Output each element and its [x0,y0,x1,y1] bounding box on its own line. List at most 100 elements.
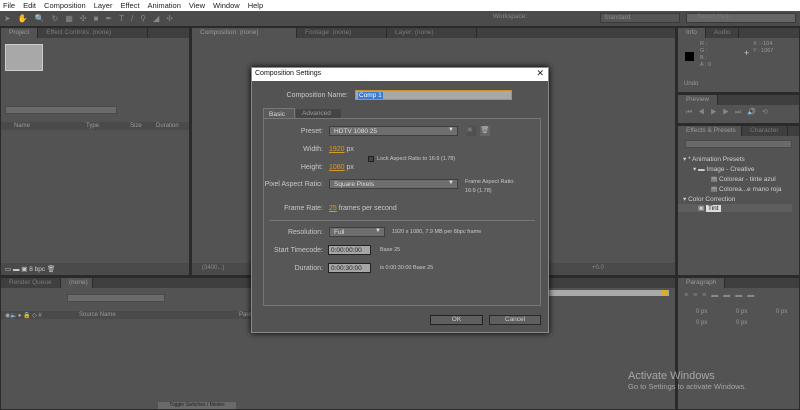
menu-view[interactable]: View [189,1,205,10]
col-type[interactable]: Type [86,123,130,129]
tab-timeline-none[interactable]: (none) [61,278,93,288]
zoom-select[interactable]: (3400...) [202,265,224,271]
tab-info[interactable]: Info [678,28,706,38]
xy-readout: X : -104 Y : 1067 [753,41,774,54]
tree-preset-1[interactable]: ▤ Colorear - tinte azul [711,175,776,183]
lock-aspect-checkbox[interactable] [368,156,374,162]
project-panel: Project Effect Controls: (none) Name Type… [0,27,190,276]
duration-input[interactable]: 0:00:30:00 [328,263,371,273]
workspace-select[interactable]: Standard [600,13,680,23]
rectangle-tool-icon[interactable]: ■ [94,14,99,23]
selection-tool-icon[interactable]: ➤ [4,14,11,23]
save-preset-icon[interactable]: ▣ [467,126,476,136]
resolution-dropdown[interactable]: Full ▼ [329,227,385,237]
menu-composition[interactable]: Composition [44,1,86,10]
hand-tool-icon[interactable]: ✋ [18,14,28,23]
menu-animation[interactable]: Animation [148,1,181,10]
toggle-switches-button[interactable]: Toggle Switches / Modes [158,402,236,409]
eraser-tool-icon[interactable]: ◢ [153,14,159,23]
preset-label: Preset: [300,128,323,135]
col-name[interactable]: Name [14,123,86,129]
help-search-input[interactable]: Search Help [686,13,796,23]
start-timecode-input[interactable]: 0:00:00:00 [328,245,371,255]
new-folder-icon[interactable]: ▬ [13,266,20,273]
project-footer: ▭ ▬ ▣ 8 bpc 🗑 [1,263,189,275]
pen-tool-icon[interactable]: ✒ [105,14,112,23]
tab-audio[interactable]: Audio [706,28,740,38]
height-value[interactable]: 1080 px [329,164,354,171]
comp-name-input[interactable]: Comp 1 [355,90,512,100]
frame-rate-label: Frame Rate: [284,205,323,212]
puppet-tool-icon[interactable]: ✢ [166,14,173,23]
pan-tool-icon[interactable]: ✣ [80,14,87,23]
lock-aspect-label: Lock Aspect Ratio to 16:9 (1.78) [377,156,456,162]
menu-window[interactable]: Window [213,1,240,10]
cancel-button[interactable]: Cancel [489,315,541,325]
delete-preset-icon[interactable]: 🗑 [480,126,490,136]
new-comp-icon[interactable]: ▣ [21,266,27,273]
indent-right[interactable]: 0 px [776,309,787,315]
preview-controls[interactable]: ⏮◀▶▶⏭🔊⟲ [686,108,774,117]
camera-tool-icon[interactable]: ▦ [65,14,73,23]
clone-tool-icon[interactable]: ⚲ [140,14,146,23]
effects-search-input[interactable] [685,140,792,148]
menu-help[interactable]: Help [248,1,263,10]
timeline-search-input[interactable] [67,294,165,302]
timeline-column-header: ◉🔈● 🔒 ◇ # Source Name Parent [1,311,259,319]
tab-render-queue[interactable]: Render Queue [1,278,61,288]
col-duration[interactable]: Duration [156,123,179,129]
indent-left[interactable]: 0 px [696,309,707,315]
tab-character[interactable]: Character [742,126,788,136]
align-buttons[interactable]: ≡≡≡▬▬▬▬ [684,292,759,299]
tab-effects-presets[interactable]: Effects & Presets [678,126,742,136]
workspace-label: Workspace: [493,13,528,20]
zoom-tool-icon[interactable]: 🔍 [35,14,45,23]
frame-rate-value[interactable]: 25 frames per second [329,205,397,212]
col-source-name[interactable]: Source Name [79,312,239,318]
bpc-label[interactable]: 8 bpc [29,266,45,273]
duration-info: is 0:00:30:00 Base 25 [380,265,434,271]
project-search-input[interactable] [5,106,117,114]
ok-button[interactable]: OK [430,315,483,325]
tree-color-correction[interactable]: ▾ Color Correction [683,195,735,203]
menu-effect[interactable]: Effect [120,1,139,10]
menu-layer[interactable]: Layer [94,1,113,10]
col-size[interactable]: Size [130,123,156,129]
project-column-header: Name Type Size Duration [1,122,189,130]
tree-image-creative[interactable]: ▾ ▬ Image - Creative [693,165,754,173]
tab-composition[interactable]: Composition: (none) [192,28,297,38]
tab-paragraph[interactable]: Paragraph [678,278,726,288]
exposure-value[interactable]: +0.0 [592,265,604,271]
tab-layer[interactable]: Layer: (none) [387,28,477,38]
duration-label: Duration: [294,265,323,272]
toolbar: ➤ ✋ 🔍 ↻ ▦ ✣ ■ ✒ T / ⚲ ◢ ✢ Workspace: Sta… [0,11,800,26]
start-base: Base 25 [380,247,401,253]
folder-icon: ▬ [698,166,705,173]
menu-edit[interactable]: Edit [23,1,36,10]
interpret-footage-icon[interactable]: ▭ [5,266,11,273]
rotate-tool-icon[interactable]: ↻ [52,14,59,23]
tab-effect-controls[interactable]: Effect Controls: (none) [38,28,149,38]
resolution-label: Resolution: [287,229,323,236]
tree-tint[interactable]: ▣ Tint [678,204,792,212]
resolution-info: 1920 x 1080, 7.9 MB per 8bpc frame [392,229,482,235]
indent-first[interactable]: 0 px [736,309,747,315]
menu-file[interactable]: File [3,1,15,10]
space-before[interactable]: 0 px [696,320,707,326]
tree-animation-presets[interactable]: ▾ * Animation Presets [683,155,745,163]
far-label: Frame Aspect Ratio: [465,179,515,185]
width-value[interactable]: 1920 px [329,146,354,153]
space-after[interactable]: 0 px [736,320,747,326]
text-tool-icon[interactable]: T [119,14,124,23]
preset-dropdown[interactable]: HDTV 1080 25 ▼ [329,126,458,136]
width-label: Width: [303,146,323,153]
tree-preset-2[interactable]: ▤ Colorea...e mano roja [711,185,781,193]
tab-footage[interactable]: Footage: (none) [297,28,387,38]
trash-icon[interactable]: 🗑 [47,266,55,273]
playhead[interactable] [662,290,667,296]
tab-project[interactable]: Project [1,28,39,38]
close-icon[interactable]: ✕ [536,68,544,79]
par-dropdown[interactable]: Square Pixels ▼ [329,179,458,189]
tab-preview[interactable]: Preview [678,95,719,105]
brush-tool-icon[interactable]: / [131,14,133,23]
